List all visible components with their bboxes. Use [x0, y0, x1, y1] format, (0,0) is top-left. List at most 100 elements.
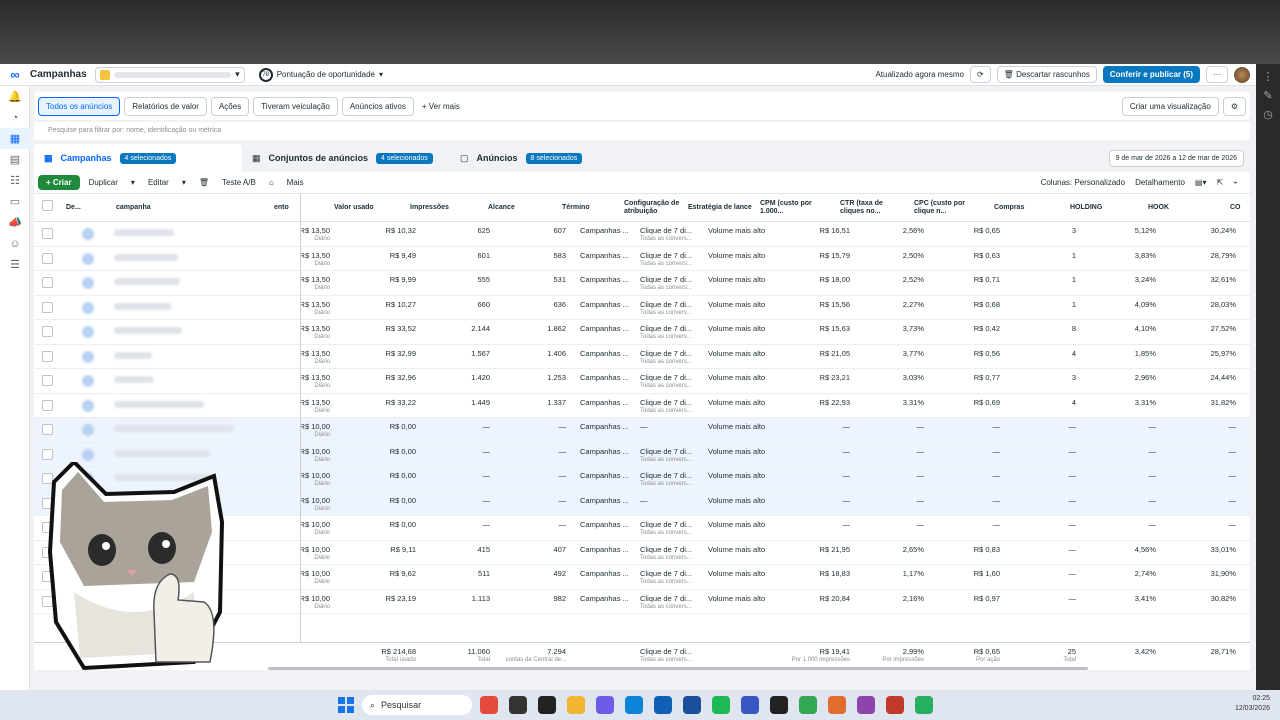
- column-header[interactable]: Configuração de atribuição: [624, 194, 684, 222]
- publish-button[interactable]: Conferir e publicar (5): [1102, 66, 1200, 83]
- ad-name-blurred[interactable]: [114, 253, 178, 261]
- outlook-icon[interactable]: [654, 696, 672, 714]
- row-checkbox[interactable]: [42, 277, 53, 288]
- chrome-icon[interactable]: [857, 696, 875, 714]
- campaigns-selected-chip[interactable]: 4 selecionados: [119, 152, 177, 164]
- table-row[interactable]: R$ 13,50 Diário R$ 33,52 2.144 1.862 Campanha…: [34, 320, 1250, 345]
- row-checkbox[interactable]: [42, 228, 53, 239]
- horizontal-scrollbar[interactable]: [268, 667, 1088, 670]
- app-icon[interactable]: [538, 696, 556, 714]
- breakdown-button[interactable]: Detalhamento: [1135, 178, 1185, 187]
- column-header[interactable]: Alcance: [488, 194, 558, 222]
- column-header[interactable]: Estratégia de lance: [688, 194, 756, 222]
- tab-campaigns[interactable]: ▦ Campanhas 4 selecionados: [34, 144, 242, 172]
- app-icon[interactable]: [509, 696, 527, 714]
- ab-test-button[interactable]: Teste A/B: [218, 176, 260, 189]
- ad-name-blurred[interactable]: [114, 449, 210, 457]
- row-checkbox[interactable]: [42, 326, 53, 337]
- tab-all-ads[interactable]: Todos os anúncios: [38, 96, 121, 116]
- row-checkbox[interactable]: [42, 301, 53, 313]
- status-toggle-blurred[interactable]: [82, 424, 94, 436]
- tag-icon[interactable]: ⌂: [265, 176, 278, 189]
- adsets-selected-chip[interactable]: 4 selecionados: [376, 152, 433, 164]
- settings-sliders-icon[interactable]: ⚙: [1222, 96, 1246, 116]
- reports-icon[interactable]: ▤▾: [1195, 178, 1207, 187]
- ad-name-blurred[interactable]: [114, 376, 154, 383]
- ad-name-blurred[interactable]: [114, 229, 174, 236]
- table-row[interactable]: R$ 13,50 Diário R$ 33,22 1.449 1.337 Campanha…: [34, 394, 1250, 418]
- discard-drafts-button[interactable]: 🗑 Descartar rascunhos: [996, 66, 1097, 83]
- column-header[interactable]: CPM (custo por 1.000...: [760, 194, 832, 222]
- tab-active-ads[interactable]: Anúncios ativos: [341, 96, 414, 116]
- history-icon[interactable]: ◷: [1256, 108, 1280, 121]
- megaphone-icon[interactable]: 📣: [0, 212, 30, 233]
- spotify-icon[interactable]: [712, 696, 730, 714]
- table-row[interactable]: R$ 13,50 Diário R$ 9,99 555 531 Campanhas ...…: [34, 271, 1250, 296]
- columns-button[interactable]: Colunas: Personalizado: [1041, 178, 1126, 187]
- table-row[interactable]: R$ 10,00 Diário R$ 0,00— — Campanhas ... — Vol…: [34, 418, 1250, 443]
- select-all-checkbox[interactable]: [42, 200, 53, 211]
- row-checkbox[interactable]: [42, 399, 53, 411]
- column-header[interactable]: Compras: [994, 194, 1066, 222]
- status-toggle-blurred[interactable]: [82, 228, 94, 240]
- column-header[interactable]: Impressões: [410, 194, 482, 222]
- edge-icon[interactable]: [625, 696, 643, 714]
- column-header[interactable]: CPC (custo por clique n...: [914, 194, 984, 222]
- account-selector[interactable]: ▾: [94, 66, 245, 83]
- ad-name-blurred[interactable]: [114, 351, 152, 359]
- status-toggle-blurred[interactable]: [82, 350, 94, 363]
- date-range-picker[interactable]: 9 de mar de 2026 a 12 de mar de 2026: [1108, 149, 1244, 167]
- table-row[interactable]: R$ 13,50 Diário R$ 32,96 1.420 1.253 Campanha…: [34, 369, 1250, 394]
- status-toggle-blurred[interactable]: [82, 252, 94, 265]
- browser-side-icon[interactable]: ⋮: [1256, 70, 1280, 83]
- status-toggle-blurred[interactable]: [82, 448, 94, 461]
- status-toggle-blurred[interactable]: [82, 326, 94, 338]
- column-header[interactable]: HOLDING: [1070, 194, 1142, 222]
- column-header[interactable]: Valor usado: [334, 194, 404, 222]
- row-checkbox[interactable]: [42, 252, 53, 264]
- app-icon[interactable]: [596, 696, 614, 714]
- app-icon[interactable]: [915, 696, 933, 714]
- ad-name-blurred[interactable]: [114, 278, 180, 285]
- more-button[interactable]: Mais: [283, 176, 308, 189]
- column-header[interactable]: CTR (taxa de cliques no...: [840, 194, 908, 222]
- column-header[interactable]: HOOK: [1148, 194, 1224, 222]
- alerts-icon[interactable]: ◔: [0, 107, 30, 128]
- status-toggle-blurred[interactable]: [82, 399, 94, 412]
- notifications-icon[interactable]: 🔔: [0, 86, 30, 107]
- menu-icon[interactable]: ☰: [0, 254, 30, 275]
- column-header[interactable]: campanha: [116, 194, 256, 222]
- chrome-icon[interactable]: [828, 696, 846, 714]
- system-tray[interactable]: 02:25 12/03/2026: [1235, 694, 1270, 714]
- create-button[interactable]: + Criar: [38, 175, 80, 190]
- tab-value-reports[interactable]: Relatórios de valor: [124, 96, 207, 116]
- row-checkbox[interactable]: [42, 448, 53, 460]
- status-toggle-blurred[interactable]: [82, 277, 94, 289]
- row-checkbox[interactable]: [42, 350, 53, 362]
- audiences-icon[interactable]: ☷: [0, 170, 30, 191]
- duplicate-dropdown-icon[interactable]: ▾: [127, 176, 139, 189]
- chart-icon[interactable]: ⌁: [1233, 178, 1238, 187]
- app-icon[interactable]: [770, 696, 788, 714]
- opportunity-score[interactable]: 78 Pontuação de oportunidade ▾: [258, 67, 383, 82]
- table-row[interactable]: R$ 13,50 Diário R$ 10,32 625 607 Campanhas ..…: [34, 222, 1250, 247]
- windows-start-icon[interactable]: [338, 697, 354, 713]
- search-filter-input[interactable]: Pesquise para filtrar por: nome, identif…: [34, 122, 1250, 140]
- tab-ads[interactable]: ▢ Anúncios 8 selecionados: [450, 144, 670, 172]
- billing-icon[interactable]: ▭: [0, 191, 30, 212]
- folder-icon[interactable]: [567, 696, 585, 714]
- table-row[interactable]: R$ 13,50 Diário R$ 10,27 660 636 Campanhas ..…: [34, 296, 1250, 320]
- table-row[interactable]: R$ 13,50 Diário R$ 32,99 1.567 1.406 Campanha…: [34, 345, 1250, 369]
- tab-adsets[interactable]: ▦ Conjuntos de anúncios 4 selecionados: [242, 144, 450, 172]
- row-checkbox[interactable]: [42, 424, 53, 435]
- create-view-button[interactable]: Criar uma visualização: [1121, 96, 1219, 116]
- status-toggle-blurred[interactable]: [82, 375, 94, 387]
- column-header[interactable]: De...: [66, 194, 106, 222]
- ad-name-blurred[interactable]: [114, 400, 204, 408]
- reports-icon[interactable]: ▤: [0, 149, 30, 170]
- more-options-button[interactable]: ···: [1206, 66, 1228, 83]
- edit-button[interactable]: Editar: [144, 176, 173, 189]
- column-header[interactable]: Término: [562, 194, 618, 222]
- export-icon[interactable]: ⇱: [1216, 178, 1223, 187]
- people-icon[interactable]: ☺: [0, 233, 30, 254]
